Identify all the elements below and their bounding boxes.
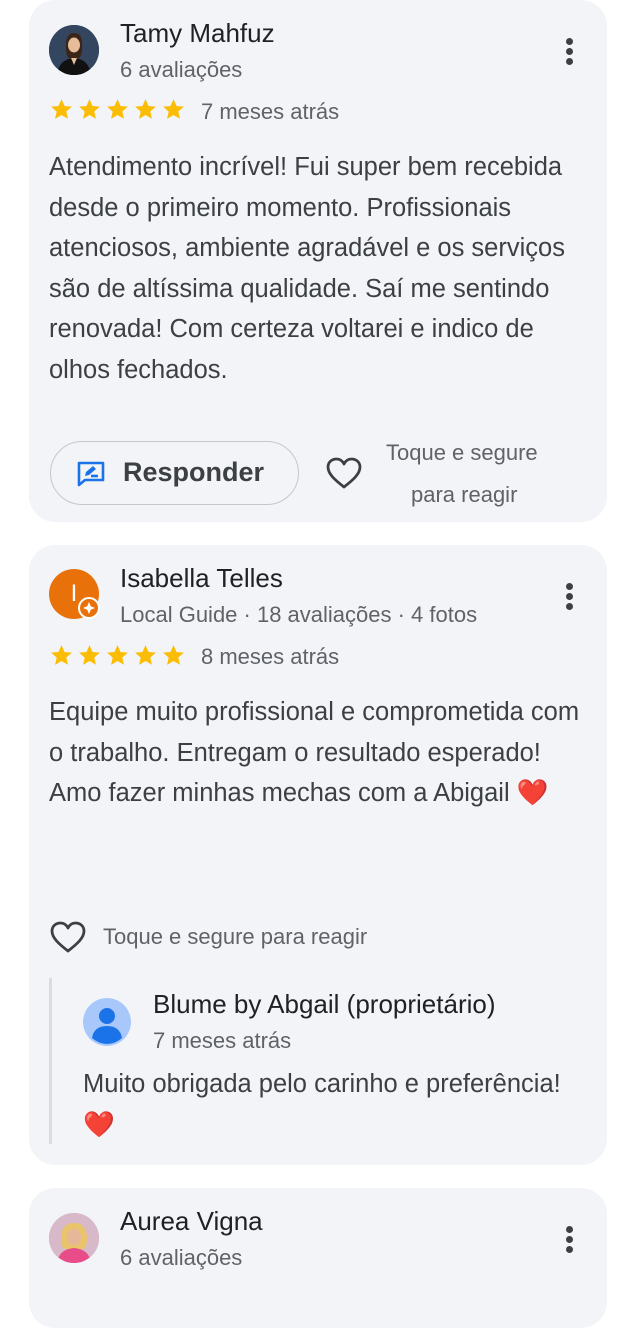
star-rating <box>49 97 186 125</box>
review-text-paragraph: Equipe muito profissional e comprometida… <box>49 698 580 767</box>
star-icon <box>51 99 72 119</box>
reply-button[interactable]: Responder <box>50 441 299 505</box>
author-name[interactable]: Isabella Telles <box>120 563 283 594</box>
owner-name[interactable]: Blume by Abgail (proprietário) <box>153 989 496 1020</box>
review-date: 7 meses atrás <box>201 99 340 124</box>
review-text[interactable]: Atendimento incrível! Fui super bem rece… <box>49 147 594 390</box>
author-avatar[interactable] <box>49 1213 99 1263</box>
author-name[interactable]: Tamy Mahfuz <box>120 18 275 49</box>
author-avatar[interactable]: I <box>49 569 100 619</box>
author-meta: 6 avaliações <box>120 57 243 82</box>
star-icon <box>135 645 156 665</box>
author-avatar[interactable] <box>49 25 99 75</box>
react-hint: Toque e segure para reagir <box>103 924 368 949</box>
review-text[interactable]: Equipe muito profissional e comprometida… <box>49 692 594 814</box>
local-guide-badge-icon <box>78 597 100 619</box>
react-hint-line2: para reagir <box>411 482 518 507</box>
review-date: 8 meses atrás <box>201 644 340 669</box>
owner-reply-text: Muito obrigada pelo carinho e preferênci… <box>83 1064 583 1145</box>
star-rating <box>49 643 186 671</box>
review-card: Aurea Vigna 6 avaliações <box>29 1188 607 1328</box>
author-meta: Local Guide · 18 avaliações · 4 fotos <box>120 602 478 627</box>
star-icon <box>163 645 184 665</box>
author-meta: 6 avaliações <box>120 1245 243 1270</box>
avatar-photo <box>49 25 99 75</box>
owner-reply-paragraph: Muito obrigada pelo carinho e preferênci… <box>83 1070 561 1139</box>
star-icon <box>107 645 128 665</box>
owner-reply: Blume by Abgail (proprietário) 7 meses a… <box>49 978 592 1144</box>
review-card: I Isabella Telles Local Guide · 18 avali… <box>29 545 607 1165</box>
star-icon <box>163 99 184 119</box>
star-icon <box>107 99 128 119</box>
person-icon <box>83 998 131 1046</box>
more-options-button[interactable] <box>559 1219 581 1259</box>
review-text-paragraph: Atendimento incrível! Fui super bem rece… <box>49 153 565 384</box>
reply-label: Responder <box>123 457 265 487</box>
heart-outline-icon[interactable] <box>325 456 363 490</box>
owner-reply-date: 7 meses atrás <box>153 1028 292 1053</box>
avatar-photo <box>49 1213 99 1263</box>
star-icon <box>51 645 72 665</box>
heart-outline-icon[interactable] <box>49 920 87 954</box>
review-card: Tamy Mahfuz 6 avaliações 7 meses atrás A… <box>29 0 607 522</box>
review-text-paragraph: Amo fazer minhas mechas com a Abigail ❤️ <box>49 779 549 807</box>
react-hint-line1: Toque e segure <box>386 440 538 465</box>
star-icon <box>135 99 156 119</box>
star-icon <box>79 99 100 119</box>
owner-avatar <box>83 998 131 1046</box>
star-icon <box>79 645 100 665</box>
more-options-button[interactable] <box>559 31 581 71</box>
author-name[interactable]: Aurea Vigna <box>120 1206 263 1237</box>
more-options-button[interactable] <box>559 576 581 616</box>
rate-review-icon <box>77 461 105 487</box>
